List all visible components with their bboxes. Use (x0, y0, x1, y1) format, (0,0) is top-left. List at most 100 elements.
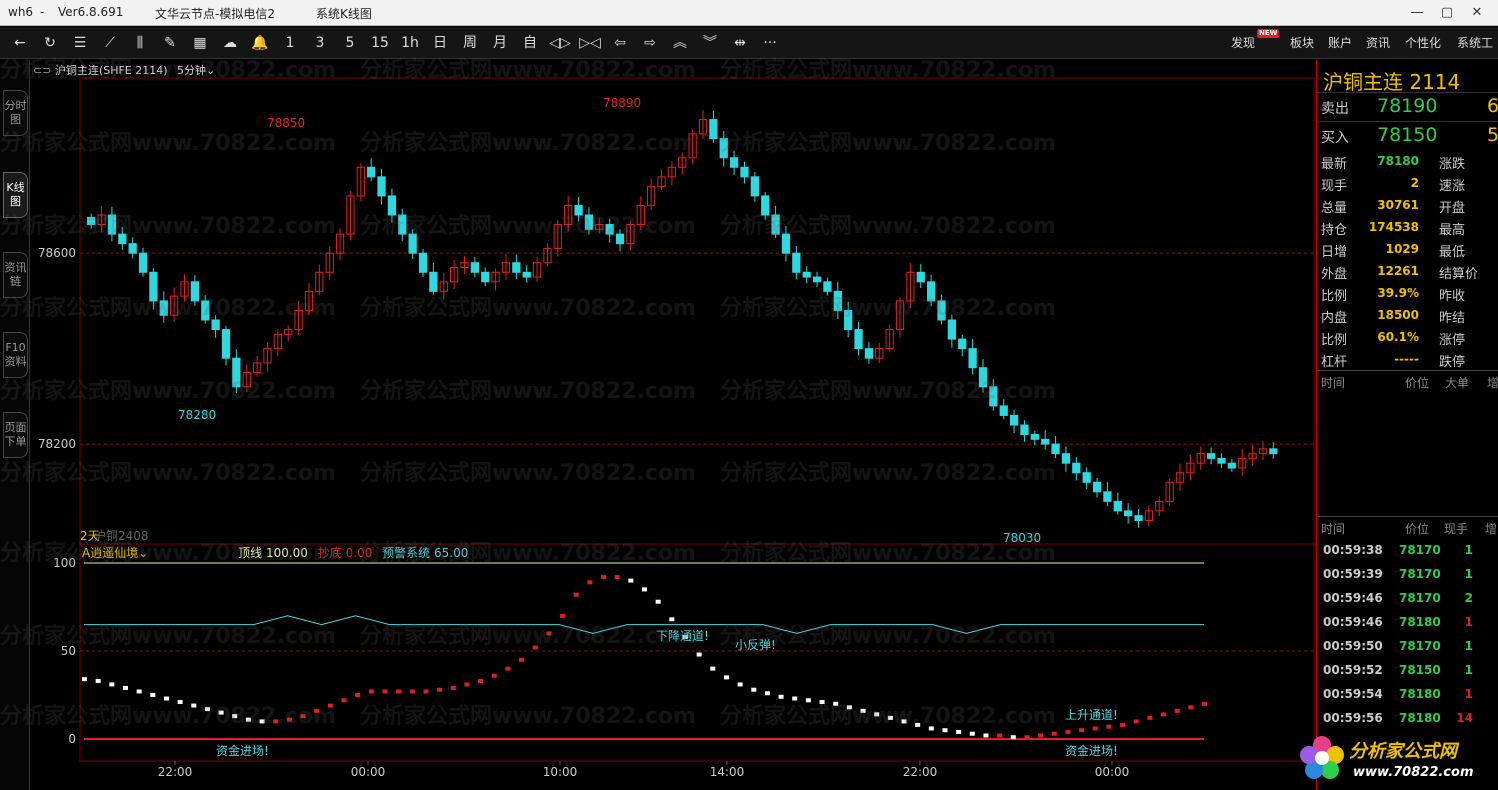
tab-kline[interactable]: K线图 (3, 172, 28, 218)
sell-price: 78190 (1377, 95, 1438, 117)
oscillator-dot (723, 675, 729, 680)
quote-label: 比例 (1321, 333, 1348, 348)
back-icon[interactable]: ← (8, 31, 32, 55)
minimize-button[interactable]: — (1402, 2, 1432, 24)
buy-label: 买入 (1321, 130, 1349, 146)
zoom-out-icon[interactable]: ▷◁ (578, 31, 602, 55)
list-icon[interactable]: ☰ (68, 31, 92, 55)
kline-chart[interactable]: 7860078200788507889078280780302天沪铜240810… (30, 60, 1316, 790)
period-button-8[interactable]: 自 (518, 31, 542, 55)
tab-news-chain[interactable]: 资讯链 (3, 252, 28, 298)
period-button-3[interactable]: 15 (368, 31, 392, 55)
sell-row[interactable]: 卖出 78190 6 (1317, 92, 1498, 121)
candle-body (1134, 515, 1143, 521)
period-button-5[interactable]: 日 (428, 31, 452, 55)
site-logo: 分析家公式网 www.70822.com (1295, 727, 1495, 789)
maximize-button[interactable]: ▢ (1432, 2, 1462, 24)
oscillator-dot (805, 698, 811, 703)
bell-icon[interactable]: 🔔 (248, 31, 272, 55)
oscillator-dot (1174, 708, 1180, 713)
tick-time: 00:59:52 (1323, 663, 1383, 677)
zoom-in-icon[interactable]: ◁▷ (548, 31, 572, 55)
tick-header: 时间 价位 现手 增 (1317, 516, 1498, 538)
quote-row: 内盘 18500 昨结 (1317, 304, 1498, 326)
cloud-icon[interactable]: ☁ (218, 31, 242, 55)
close-button[interactable]: ✕ (1462, 2, 1492, 24)
candle-body (605, 224, 614, 235)
quote-value: 39.9% (1377, 286, 1419, 300)
period-button-2[interactable]: 5 (338, 31, 362, 55)
menu-sector[interactable]: 板块 (1290, 34, 1314, 51)
arrow-left-icon[interactable]: ⇦ (608, 31, 632, 55)
grid-icon[interactable]: ▦ (188, 31, 212, 55)
tab-f10[interactable]: F10资料 (3, 332, 28, 378)
oscillator-dot (628, 578, 634, 583)
candle-body (87, 216, 96, 226)
oscillator-dot (587, 580, 593, 585)
scroll-down-icon[interactable]: ︾ (698, 31, 722, 55)
candle-body (1072, 462, 1081, 474)
tab-order[interactable]: 页面下单 (3, 412, 28, 458)
bottom-line-label: 抄底 (317, 546, 342, 560)
indicator-name[interactable]: A逍遥仙境 (82, 546, 138, 560)
quote-row: 持仓 174538 最高 (1317, 216, 1498, 238)
kline-chart-area[interactable]: 78600 78200 78850 78890 78280 78030 2天 沪铜2408 10… (30, 60, 1316, 790)
quote-row: 杠杆 ----- 跌停 (1317, 348, 1498, 370)
candle-body (481, 271, 490, 283)
tick-volume: 1 (1464, 615, 1473, 629)
sell-label: 卖出 (1321, 101, 1349, 117)
candle-body (387, 195, 397, 216)
more-icon[interactable]: ··· (758, 31, 782, 55)
buy-row[interactable]: 买入 78150 5 (1317, 121, 1498, 150)
period-button-4[interactable]: 1h (398, 31, 422, 55)
time-axis-label: 00:00 (351, 765, 386, 779)
bottom-line-value: 0.00 (345, 546, 373, 560)
period-button-0[interactable]: 1 (278, 31, 302, 55)
line-chart-icon[interactable]: ⟋ (98, 31, 122, 55)
scroll-up-icon[interactable]: ︽ (668, 31, 692, 55)
menu-system[interactable]: 系统工 (1457, 34, 1493, 51)
candle-body (1061, 453, 1071, 464)
quote-value: 18500 (1377, 308, 1419, 322)
oscillator-dot (532, 645, 538, 650)
draw-icon[interactable]: ✎ (158, 31, 182, 55)
tick-row: 00:59:38 78170 1 (1317, 538, 1498, 562)
oscillator-dot (150, 693, 156, 697)
oscillator-dot (1106, 724, 1112, 729)
period-button-7[interactable]: 月 (488, 31, 512, 55)
buy-volume: 5 (1487, 124, 1498, 146)
quote-label: 比例 (1321, 289, 1348, 304)
quote-label: 日增 (1321, 245, 1348, 260)
menu-discover[interactable]: 发现 NEW (1231, 29, 1280, 51)
price-axis-label: 78200 (38, 437, 76, 451)
candle-body (1103, 491, 1112, 502)
crosshair-icon[interactable]: ⇹ (728, 31, 752, 55)
tick-time: 00:59:39 (1323, 567, 1383, 581)
symbol-selector[interactable]: ⊂⊃ 沪铜主连(SHFE 2114) 5分钟⌄ (33, 62, 215, 78)
period-button-6[interactable]: 周 (458, 31, 482, 55)
candle-body (615, 233, 625, 245)
quote-panel: 沪铜主连 2114 卖出 78190 6 买入 78150 5 最新 78180 涨… (1316, 60, 1498, 790)
sell-volume: 6 (1487, 95, 1498, 117)
link-icon: ⊂⊃ (33, 64, 52, 77)
quote-label-secondary: 跌停 (1439, 355, 1466, 370)
period-select[interactable]: 5分钟 (177, 64, 206, 77)
oscillator-dot (710, 666, 716, 671)
refresh-icon[interactable]: ↻ (38, 31, 62, 55)
chevron-down-icon: ⌄ (206, 64, 216, 77)
menu-news[interactable]: 资讯 (1366, 34, 1390, 51)
quote-value: 78180 (1377, 154, 1419, 168)
menu-personalize[interactable]: 个性化 (1405, 34, 1441, 51)
arrow-right-icon[interactable]: ⇨ (638, 31, 662, 55)
quote-label-secondary: 最低 (1439, 245, 1466, 260)
oscillator-dot (519, 657, 525, 662)
tab-timeshare[interactable]: 分时图 (3, 90, 28, 136)
menu-account[interactable]: 账户 (1328, 34, 1352, 51)
candle-body (750, 176, 759, 197)
kline-icon[interactable]: ⫼ (128, 31, 152, 55)
oscillator-dot (109, 682, 115, 687)
quote-value: 12261 (1377, 264, 1419, 278)
oscillator-dot (464, 682, 470, 687)
oscillator-dot (1147, 715, 1153, 720)
period-button-1[interactable]: 3 (308, 31, 332, 55)
